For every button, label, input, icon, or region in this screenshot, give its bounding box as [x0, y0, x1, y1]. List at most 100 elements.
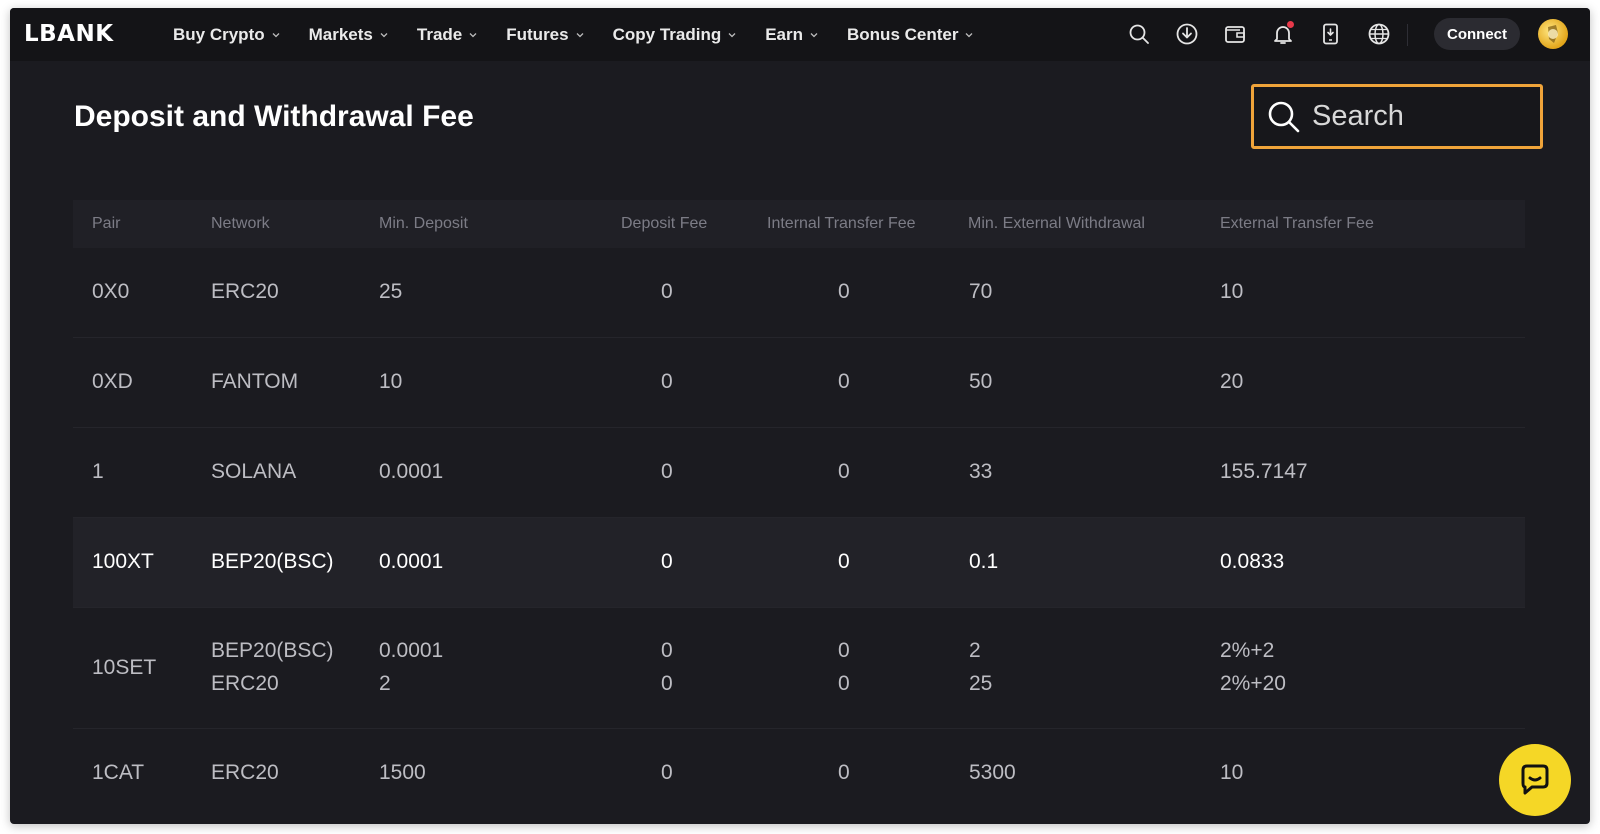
- column-header-internal-transfer-fee: Internal Transfer Fee: [767, 215, 916, 232]
- table-row-highlighted[interactable]: 100XT BEP20(BSC) 0.0001 0 0 0.1 0.0833: [73, 518, 1525, 608]
- cell-internal-fee: 0: [838, 280, 850, 303]
- cell-network: SOLANA: [211, 460, 297, 483]
- coin-avatar-icon: [1548, 25, 1558, 43]
- nav-label: Buy Crypto: [173, 24, 265, 44]
- table-row[interactable]: 10SET BEP20(BSC) ERC20 0.0001 2 0 0 0 0 …: [73, 608, 1525, 729]
- cell-min-deposit: 0.0001: [379, 639, 444, 662]
- cell-external-fee: 10: [1220, 280, 1244, 303]
- table-row[interactable]: 1 SOLANA 0.0001 0 0 33 155.7147: [73, 428, 1525, 518]
- cell-internal-fee: 0: [838, 761, 850, 784]
- connect-button[interactable]: Connect: [1434, 18, 1520, 50]
- app-window: LBANK Buy Crypto Markets Trade Futures C…: [10, 8, 1590, 824]
- cell-network: ERC20: [211, 761, 279, 784]
- cell-external-fee: 10: [1220, 761, 1244, 784]
- cell-pair: 1CAT: [92, 761, 145, 784]
- cell-min-withdrawal: 50: [969, 370, 993, 393]
- nav-trade[interactable]: Trade: [417, 25, 478, 45]
- notifications-button[interactable]: [1268, 19, 1298, 49]
- avatar[interactable]: [1538, 19, 1568, 49]
- cell-deposit-fee: 0: [661, 639, 673, 662]
- search-icon: [1129, 24, 1149, 44]
- chevron-down-icon: [469, 32, 477, 37]
- download-button[interactable]: [1172, 19, 1202, 49]
- wallet-button[interactable]: [1220, 19, 1250, 49]
- page-title: Deposit and Withdrawal Fee: [74, 100, 474, 133]
- cell-min-withdrawal: 70: [969, 280, 993, 303]
- chat-bubble-icon: [1521, 764, 1549, 795]
- top-navbar: LBANK Buy Crypto Markets Trade Futures C…: [10, 8, 1590, 61]
- cell-min-withdrawal: 2: [969, 639, 981, 662]
- chevron-down-icon: [728, 32, 736, 37]
- cell-internal-fee: 0: [838, 550, 850, 573]
- cell-min-deposit: 10: [379, 370, 403, 393]
- nav-markets[interactable]: Markets: [309, 25, 389, 45]
- cell-min-deposit: 1500: [379, 761, 426, 784]
- chevron-down-icon: [810, 32, 818, 37]
- cell-min-deposit: 2: [379, 672, 391, 695]
- search-box[interactable]: [1251, 84, 1543, 149]
- globe-icon: [1368, 23, 1390, 45]
- notification-dot: [1287, 21, 1294, 28]
- nav-label: Futures: [506, 24, 569, 44]
- fee-table: Pair Network Min. Deposit Deposit Fee In…: [73, 200, 1525, 819]
- main-nav: Buy Crypto Markets Trade Futures Copy Tr…: [173, 8, 1002, 61]
- cell-internal-fee: 0: [838, 370, 850, 393]
- table-row[interactable]: 0X0 ERC20 25 0 0 70 10: [73, 248, 1525, 338]
- nav-buy-crypto[interactable]: Buy Crypto: [173, 25, 281, 45]
- cell-network: ERC20: [211, 280, 279, 303]
- chevron-down-icon: [966, 32, 973, 37]
- cell-pair: 0XD: [92, 370, 133, 393]
- header-icons: [1124, 19, 1412, 49]
- cell-external-fee: 0.0833: [1220, 550, 1285, 573]
- download-icon: [1176, 23, 1198, 45]
- lbank-logo[interactable]: LBANK: [24, 21, 114, 47]
- cell-deposit-fee: 0: [661, 460, 673, 483]
- cell-external-fee: 2%+2: [1220, 639, 1275, 662]
- nav-copy-trading[interactable]: Copy Trading: [613, 25, 738, 45]
- language-button[interactable]: [1364, 19, 1394, 49]
- nav-label: Trade: [416, 24, 463, 44]
- nav-earn[interactable]: Earn: [765, 25, 819, 45]
- cell-min-deposit: 25: [379, 280, 403, 303]
- cell-external-fee: 20: [1220, 370, 1244, 393]
- app-download-button[interactable]: [1316, 19, 1346, 49]
- search-icon: [1268, 101, 1300, 132]
- nav-bonus-center[interactable]: Bonus Center: [847, 25, 974, 45]
- cell-min-withdrawal: 25: [969, 672, 993, 695]
- cell-pair: 0X0: [92, 280, 130, 303]
- cell-network: ERC20: [211, 672, 279, 695]
- column-header-network: Network: [211, 215, 270, 232]
- cell-external-fee: 155.7147: [1220, 460, 1308, 483]
- cell-min-deposit: 0.0001: [379, 460, 444, 483]
- table-header: Pair Network Min. Deposit Deposit Fee In…: [73, 200, 1525, 248]
- cell-network: BEP20(BSC): [211, 550, 334, 573]
- header-search-button[interactable]: [1124, 19, 1154, 49]
- cell-network: FANTOM: [211, 370, 299, 393]
- cell-min-withdrawal: 33: [969, 460, 993, 483]
- cell-deposit-fee: 0: [661, 672, 673, 695]
- nav-futures[interactable]: Futures: [506, 25, 584, 45]
- cell-deposit-fee: 0: [661, 761, 673, 784]
- cell-pair: 100XT: [92, 550, 154, 573]
- cell-pair: 10SET: [92, 656, 157, 679]
- chevron-down-icon: [380, 32, 388, 37]
- nav-label: Copy Trading: [612, 24, 722, 44]
- cell-deposit-fee: 0: [661, 370, 673, 393]
- support-chat-button[interactable]: [1499, 744, 1571, 816]
- search-input[interactable]: [1312, 100, 1532, 133]
- cell-internal-fee: 0: [838, 672, 850, 695]
- nav-label: Bonus Center: [847, 24, 959, 44]
- table-row[interactable]: 1CAT ERC20 1500 0 0 5300 10: [73, 729, 1525, 819]
- table-row[interactable]: 0XD FANTOM 10 0 0 50 20: [73, 338, 1525, 428]
- cell-pair: 1: [92, 460, 104, 483]
- cell-min-withdrawal: 0.1: [969, 550, 999, 573]
- header-divider: [1407, 24, 1408, 46]
- cell-internal-fee: 0: [838, 639, 850, 662]
- nav-label: Markets: [308, 24, 373, 44]
- phone-icon: [1323, 23, 1338, 45]
- cell-deposit-fee: 0: [661, 550, 673, 573]
- nav-label: Earn: [765, 24, 804, 44]
- cell-network: BEP20(BSC): [211, 639, 334, 662]
- column-header-external-transfer-fee: External Transfer Fee: [1220, 215, 1374, 232]
- cell-external-fee: 2%+20: [1220, 672, 1286, 695]
